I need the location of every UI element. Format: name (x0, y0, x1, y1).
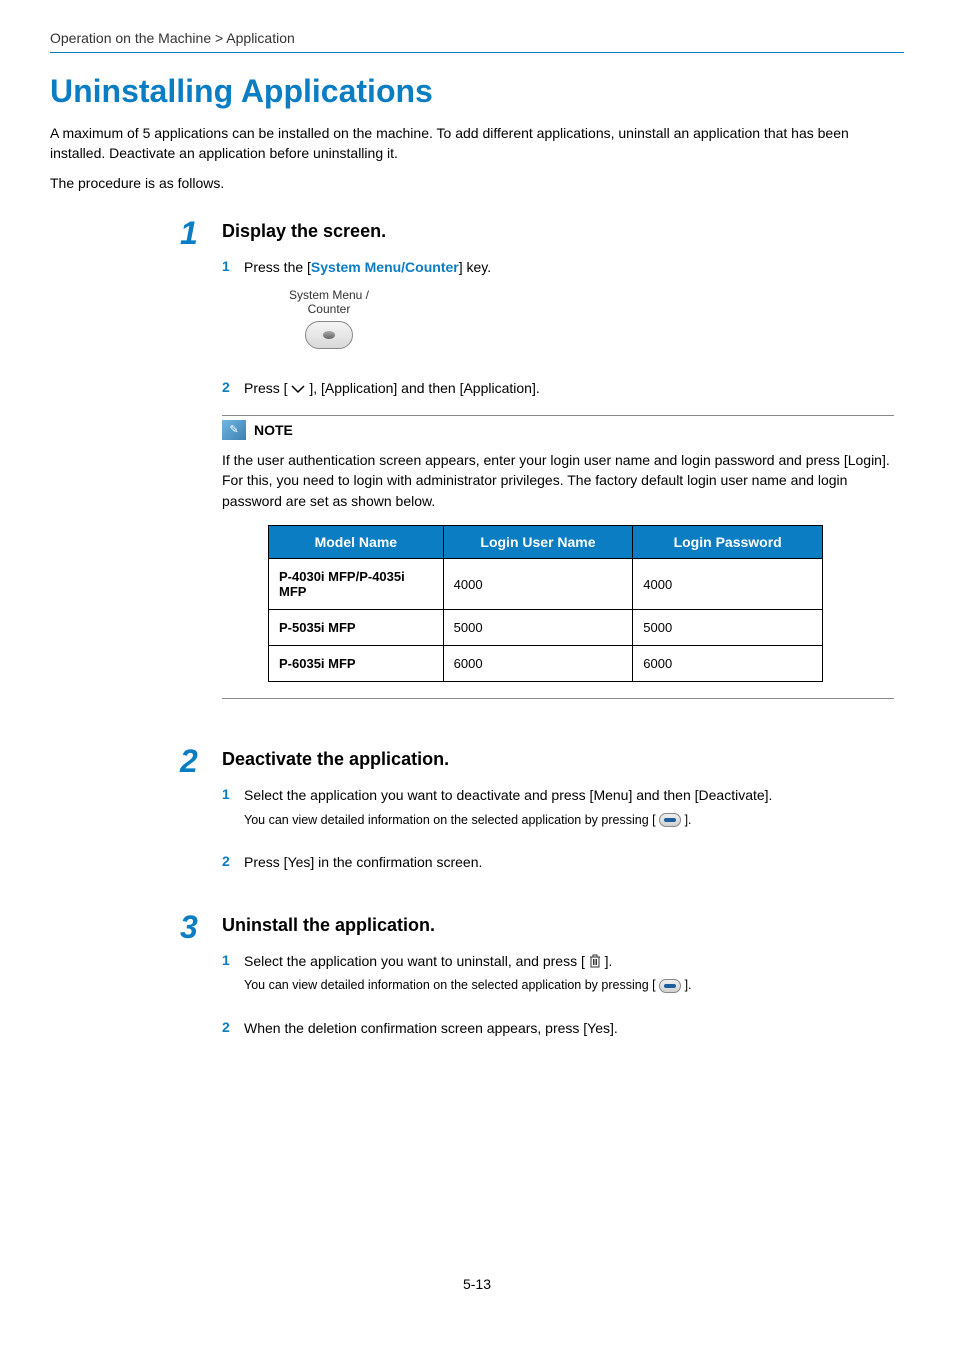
text-suffix: ] key. (459, 259, 491, 275)
step-2: 2 Deactivate the application. 1 Select t… (180, 749, 904, 885)
text-prefix: Select the application you want to unins… (244, 953, 585, 969)
chevron-down-icon (291, 385, 305, 395)
note-icon: ✎ (222, 420, 246, 440)
note-title: NOTE (254, 422, 293, 438)
text-mid: ], [Application] and then [Application]. (309, 380, 539, 396)
table-cell: 5000 (633, 610, 823, 646)
breadcrumb: Operation on the Machine > Application (50, 30, 904, 53)
button-label-line1: System Menu / (289, 288, 369, 302)
info-icon (659, 979, 681, 993)
table-header-password: Login Password (633, 526, 823, 559)
login-credentials-table: Model Name Login User Name Login Passwor… (268, 525, 823, 682)
substep-text: Select the application you want to deact… (244, 787, 772, 803)
step-2-substep-1: 1 Select the application you want to dea… (222, 786, 904, 841)
page-title: Uninstalling Applications (50, 73, 904, 110)
substep-num: 1 (222, 952, 244, 1007)
substep-text: When the deletion confirmation screen ap… (244, 1020, 618, 1036)
step-1-title: Display the screen. (222, 221, 904, 242)
substep-num: 2 (222, 1019, 244, 1039)
system-menu-button-graphic: System Menu / Counter (274, 288, 384, 349)
trash-icon (589, 954, 601, 968)
table-cell: P-4030i MFP/P-4035i MFP (269, 559, 444, 610)
table-row: P-5035i MFP 5000 5000 (269, 610, 823, 646)
table-cell: 6000 (443, 646, 633, 682)
substep-num: 2 (222, 853, 244, 873)
step-1-substep-1: 1 Press the [System Menu/Counter] key. S… (222, 258, 904, 366)
page-number: 5-13 (0, 1276, 954, 1292)
system-menu-key-link[interactable]: System Menu/Counter (311, 259, 459, 275)
substep-num: 1 (222, 786, 244, 841)
table-cell: 4000 (443, 559, 633, 610)
step-1-substep-2: 2 Press [ ], [Application] and then [App… (222, 379, 904, 399)
step-number-3: 3 (180, 911, 222, 1051)
step-1: 1 Display the screen. 1 Press the [Syste… (180, 221, 904, 719)
button-label-line2: Counter (308, 302, 351, 316)
procedure-lead: The procedure is as follows. (50, 175, 904, 191)
substep-num: 1 (222, 258, 244, 366)
step-3-substep-1: 1 Select the application you want to uni… (222, 952, 904, 1007)
detail-text: You can view detailed information on the… (244, 977, 904, 995)
substep-text: Press [Yes] in the confirmation screen. (244, 854, 482, 870)
table-row: P-4030i MFP/P-4035i MFP 4000 4000 (269, 559, 823, 610)
table-header-model: Model Name (269, 526, 444, 559)
table-cell: 5000 (443, 610, 633, 646)
step-3-substep-2: 2 When the deletion confirmation screen … (222, 1019, 904, 1039)
step-3: 3 Uninstall the application. 1 Select th… (180, 915, 904, 1051)
step-2-title: Deactivate the application. (222, 749, 904, 770)
table-header-user: Login User Name (443, 526, 633, 559)
step-3-title: Uninstall the application. (222, 915, 904, 936)
step-number-1: 1 (180, 217, 222, 719)
table-cell: 4000 (633, 559, 823, 610)
table-row: P-6035i MFP 6000 6000 (269, 646, 823, 682)
note-text: If the user authentication screen appear… (222, 450, 894, 511)
substep-num: 2 (222, 379, 244, 399)
detail-text: You can view detailed information on the… (244, 812, 904, 830)
table-cell: P-6035i MFP (269, 646, 444, 682)
step-number-2: 2 (180, 745, 222, 885)
text-prefix: Press the [ (244, 259, 311, 275)
oval-button-icon (305, 321, 353, 349)
info-icon (659, 813, 681, 827)
table-cell: 6000 (633, 646, 823, 682)
step-2-substep-2: 2 Press [Yes] in the confirmation screen… (222, 853, 904, 873)
text-prefix: Press [ (244, 380, 288, 396)
note-box: ✎ NOTE If the user authentication screen… (222, 415, 894, 699)
table-cell: P-5035i MFP (269, 610, 444, 646)
text-suffix: ]. (605, 953, 613, 969)
intro-text: A maximum of 5 applications can be insta… (50, 124, 904, 163)
